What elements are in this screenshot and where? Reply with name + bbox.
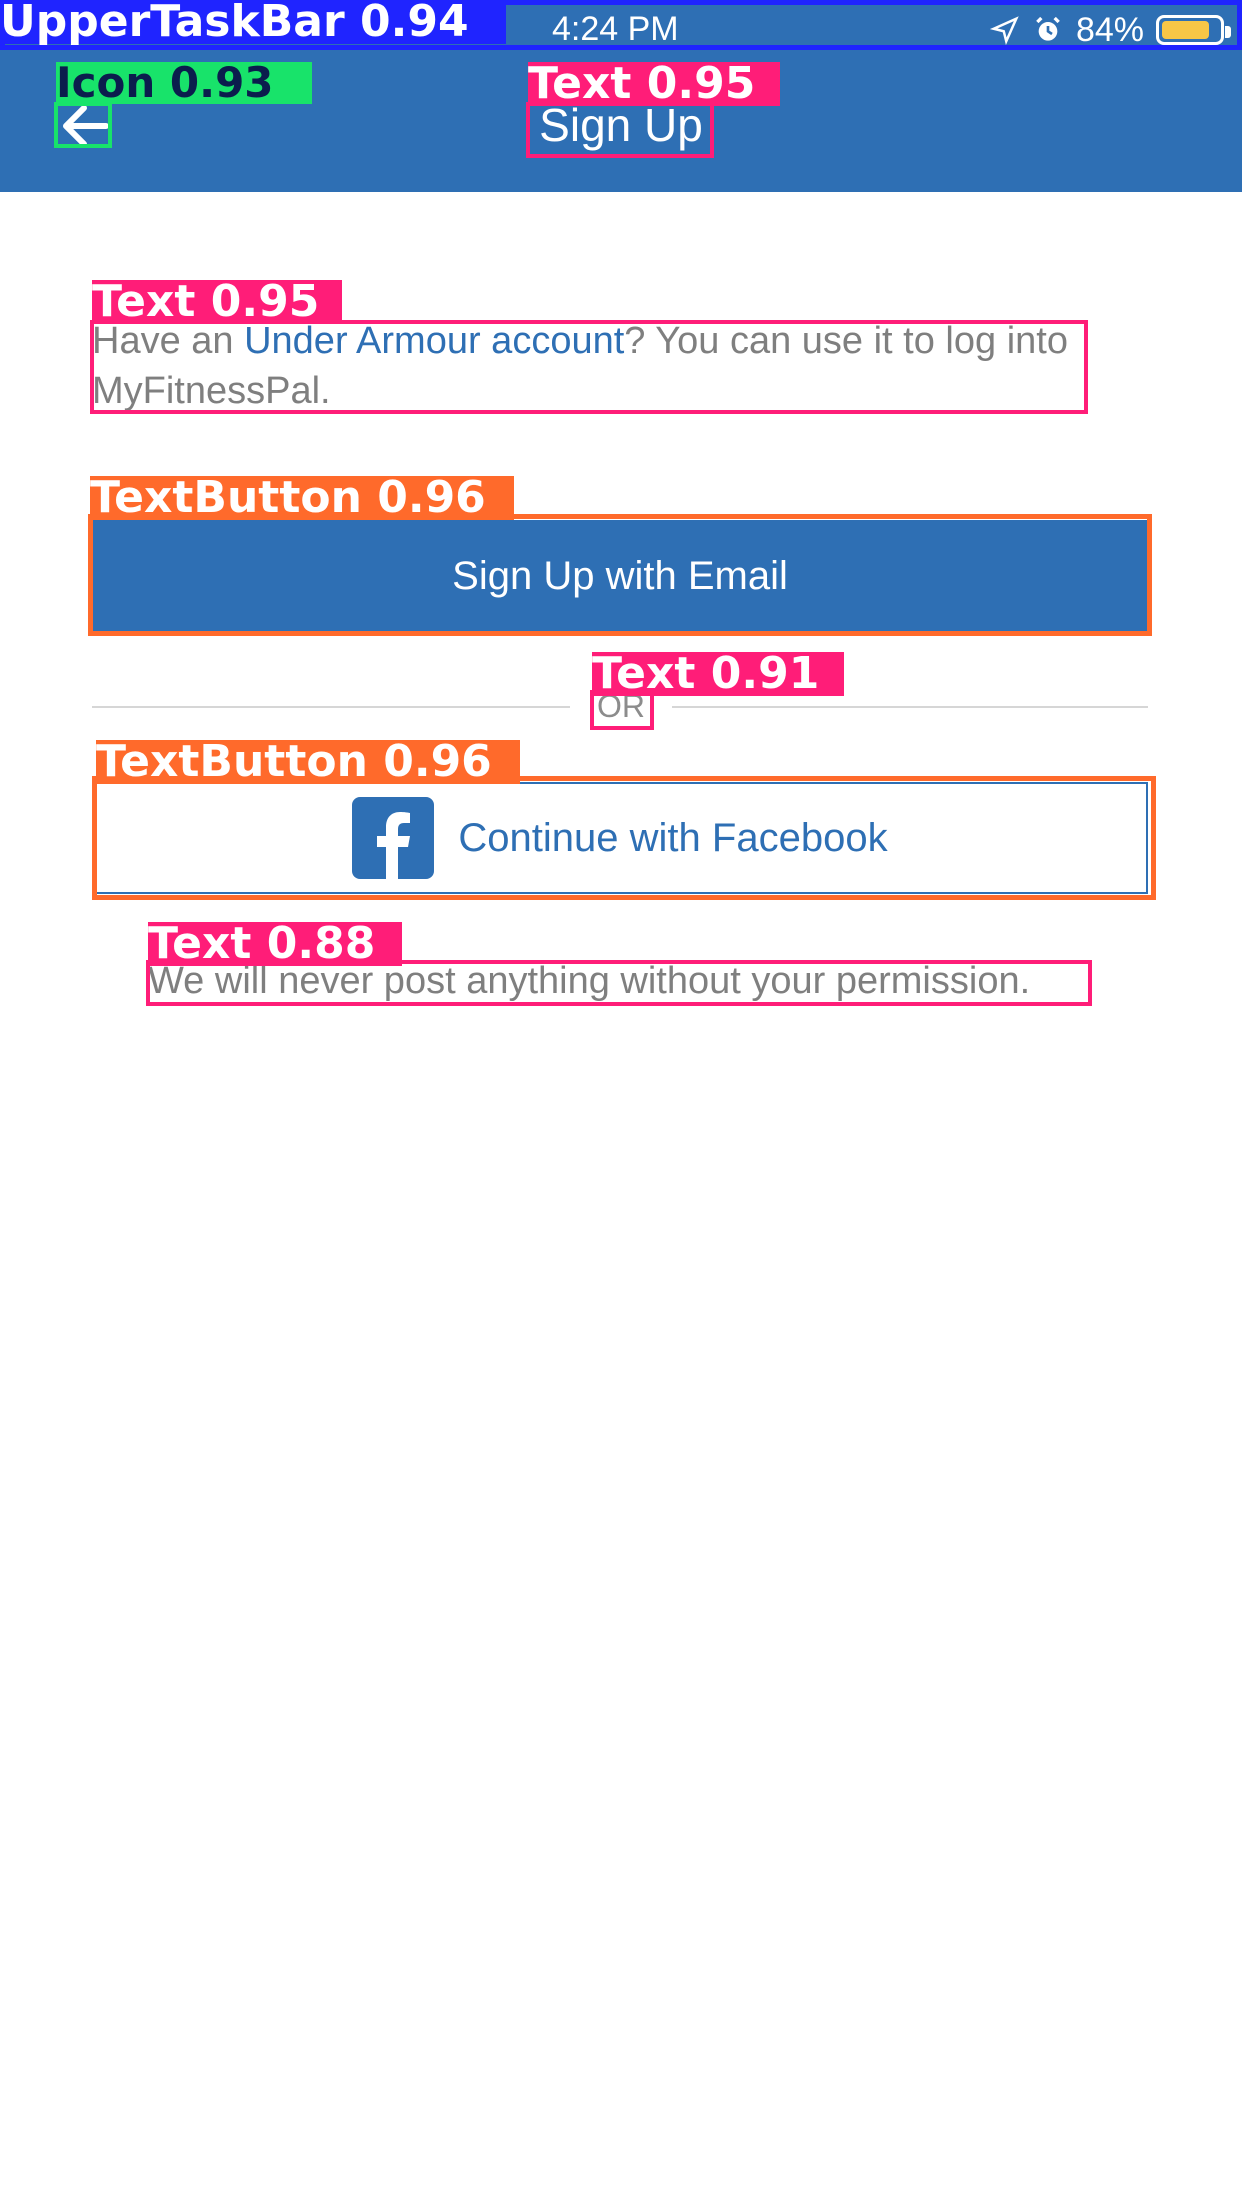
annotation-box-back-icon [54, 102, 112, 148]
divider-right [672, 706, 1148, 708]
annotation-tag-email-button: TextButton 0.96 [90, 476, 514, 520]
annotation-box-facebook-button [92, 776, 1156, 900]
annotation-box-intro-text [90, 320, 1088, 414]
annotation-tag-upper-taskbar: UpperTaskBar 0.94 [0, 0, 506, 44]
divider-left [92, 706, 570, 708]
annotation-tag-note-text: Text 0.88 [148, 922, 402, 966]
annotation-box-title-text [526, 102, 714, 158]
annotation-tag-title-text: Text 0.95 [528, 62, 780, 106]
annotation-tag-facebook-button: TextButton 0.96 [96, 740, 520, 784]
annotation-tag-or-text: Text 0.91 [592, 652, 844, 696]
annotation-tag-back-icon: Icon 0.93 [56, 62, 312, 104]
annotation-tag-intro-text: Text 0.95 [92, 280, 342, 324]
annotation-box-email-button [88, 514, 1152, 636]
